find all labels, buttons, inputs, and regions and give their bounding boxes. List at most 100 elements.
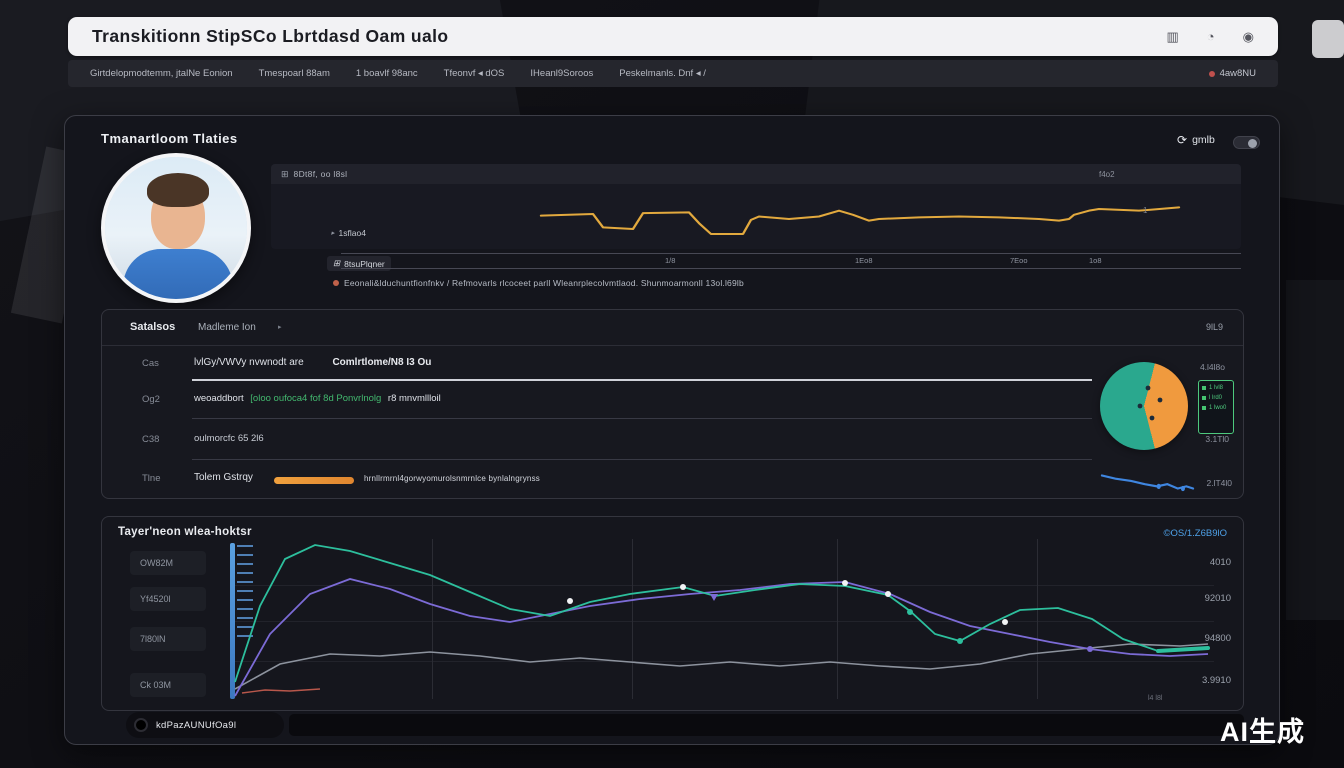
trend-line [541, 207, 1179, 234]
row-text: oulmorcfc 65 2l6 [194, 433, 264, 444]
refresh-icon: ⟳ [1177, 133, 1187, 147]
record-icon [134, 718, 148, 732]
x-tick-label: 7Eoo [1010, 256, 1028, 265]
clock-icon[interactable]: ◔ [1207, 29, 1215, 45]
avatar-hair [147, 173, 209, 207]
refresh-button[interactable]: ⟳ gmlb [1177, 133, 1215, 147]
table-row[interactable]: Tolem Gstrqy [194, 472, 253, 483]
x-tick-label: 1o8 [1089, 256, 1102, 265]
marker-triangle-icon [710, 594, 718, 601]
footer-chip-label: kdPazAUNUfOa9l [156, 720, 236, 731]
series-line-purple [235, 579, 1208, 696]
timeseries-link[interactable]: ©OS/1.Z6B9lO [1164, 528, 1228, 539]
window-corner [1312, 20, 1344, 58]
row-value: 4.l4l8o [1200, 362, 1225, 372]
series-line-red [242, 689, 320, 693]
right-axis-value: 92010 [1171, 593, 1231, 604]
sparkline-chart [1100, 470, 1195, 494]
pie-dots [1100, 362, 1188, 450]
avatar[interactable] [101, 153, 251, 303]
right-axis-value: 3.9910 [1171, 675, 1231, 686]
right-axis-value: 94800 [1171, 633, 1231, 644]
legend-item: l lrd0 [1202, 395, 1230, 401]
refresh-label: gmlb [1192, 134, 1215, 146]
alert-dot-icon [1209, 71, 1215, 77]
legend-item: 1 lwo0 [1202, 405, 1230, 411]
series-line-gray [235, 644, 1208, 689]
window-titlebar: Transkitionn StipSCo Lbrtdasd Oam ualo ▥… [68, 17, 1278, 56]
chart-side-label: ▸ 1sflao4 [331, 228, 366, 238]
trend-chart-card: ⊞ 8Dt8f, oo l8sl f4o2 1 [271, 164, 1241, 249]
legend-chip-icon [1202, 386, 1206, 390]
dashboard-panel: Tmanartloom Tlaties ⟳ gmlb ⊞ 8Dt8f, oo l… [64, 115, 1280, 745]
footer-bar [289, 714, 1244, 736]
trend-chart-label: 8Dt8f, oo l8sl [294, 169, 348, 179]
row-text: lvlGy/VWVy nvwnodt are [194, 357, 304, 368]
row-value: 3.1Tl0 [1205, 434, 1229, 444]
table-title: Satalsos [130, 321, 175, 333]
x-tick-label: 1/8 [665, 256, 675, 265]
theme-toggle[interactable] [1233, 136, 1260, 149]
table-header-value: 9lL9 [1206, 322, 1223, 332]
nav-item-2[interactable]: 1 boavlf 98anc [356, 68, 418, 79]
row-text-green: [oloo oufoca4 fof 8d Ponvrlnolg [250, 393, 381, 404]
small-axis-value: l4 l8l [1148, 695, 1162, 702]
user-icon[interactable]: ◉ [1243, 29, 1254, 45]
summary-note-text: Eeonali&lduchuntfionfnkv / Refmovarls rl… [344, 278, 744, 288]
row-text-strong: Comlrtlome/N8 I3 Ou [332, 357, 431, 368]
nav-item-4[interactable]: IHeanl9Soroos [530, 68, 593, 79]
data-point-dots-purple [1087, 646, 1093, 652]
pie-legend: 1 lvl8 l lrd0 1 lwo0 [1198, 380, 1234, 434]
table-row[interactable]: lvlGy/VWVy nvwnodt are Comlrtlome/N8 I3 … [194, 357, 431, 368]
row-key: Cas [142, 358, 159, 369]
table-header: Satalsos Madleme Ion ▸ 9lL9 [102, 310, 1243, 346]
series-line-teal [235, 545, 1208, 682]
avatar-body [123, 249, 233, 303]
nav-item-0[interactable]: Girtdelopmodtemm, jtalNe Eonion [90, 68, 233, 79]
chevron-right-icon: ▸ [278, 323, 282, 331]
nav-status-label: 4aw8NU [1220, 68, 1256, 79]
triangle-icon: ▸ [331, 229, 335, 237]
x-axis-line [341, 253, 1241, 254]
row-key: Tlne [142, 473, 160, 484]
row-text: weoaddbort [194, 393, 244, 404]
row-text: r8 mnvmllloil [388, 393, 441, 404]
row-key: C38 [142, 434, 159, 445]
y-axis-label: 7l80lN [130, 627, 206, 651]
table-row[interactable]: oulmorcfc 65 2l6 [194, 433, 264, 444]
row-value: 2.lT4l0 [1206, 478, 1232, 488]
timeseries-plot-area [230, 539, 1214, 704]
timeseries-title: Tayer'neon wlea-hoktsr [118, 526, 252, 538]
progress-bar [274, 477, 354, 484]
row-text: Tolem Gstrqy [194, 472, 253, 483]
row-divider [192, 418, 1092, 419]
legend-label: 1 lwo0 [1209, 405, 1226, 411]
toggle-knob-icon [1248, 139, 1257, 148]
pie-chart [1100, 362, 1188, 450]
panel-title: Tmanartloom Tlaties [101, 131, 238, 146]
background-shape [1286, 280, 1344, 620]
nav-status[interactable]: 4aw8NU [1209, 68, 1256, 79]
trend-chart-header: ⊞ 8Dt8f, oo l8sl f4o2 [271, 164, 1241, 184]
row-key: Og2 [142, 394, 160, 405]
grid-small-icon: ⊞ [281, 169, 289, 180]
nav-item-5[interactable]: Peskelmanls. Dnf ◂ / [619, 68, 706, 79]
row-note: hrnllrmrnl4gorwyomurolsnmrnlce bynlalngr… [364, 474, 540, 483]
legend-chip-icon [1202, 396, 1206, 400]
trend-chart-mark: 1 [1143, 206, 1147, 215]
legend-chip-icon [1202, 406, 1206, 410]
grid-icon[interactable]: ▥ [1167, 29, 1179, 45]
nav-item-1[interactable]: Tmespoarl 88am [259, 68, 330, 79]
nav-item-3[interactable]: Tfeonvf ◂ dOS [444, 68, 505, 79]
page-title: Transkitionn StipSCo Lbrtdasd Oam ualo [92, 26, 448, 47]
table-row[interactable]: weoaddbort [oloo oufoca4 fof 8d Ponvrlno… [194, 393, 441, 404]
app-root: Transkitionn StipSCo Lbrtdasd Oam ualo ▥… [0, 0, 1344, 768]
x-axis-line [341, 268, 1241, 269]
sparkline-line [1102, 475, 1194, 488]
table-subtitle[interactable]: Madleme Ion [198, 322, 256, 333]
footer-chip[interactable]: kdPazAUNUfOa9l [126, 712, 284, 738]
right-axis-value: 4010 [1171, 557, 1231, 568]
y-axis-label: OW82M [130, 551, 206, 575]
legend-label: l lrd0 [1209, 395, 1222, 401]
trend-chart [271, 184, 1241, 249]
